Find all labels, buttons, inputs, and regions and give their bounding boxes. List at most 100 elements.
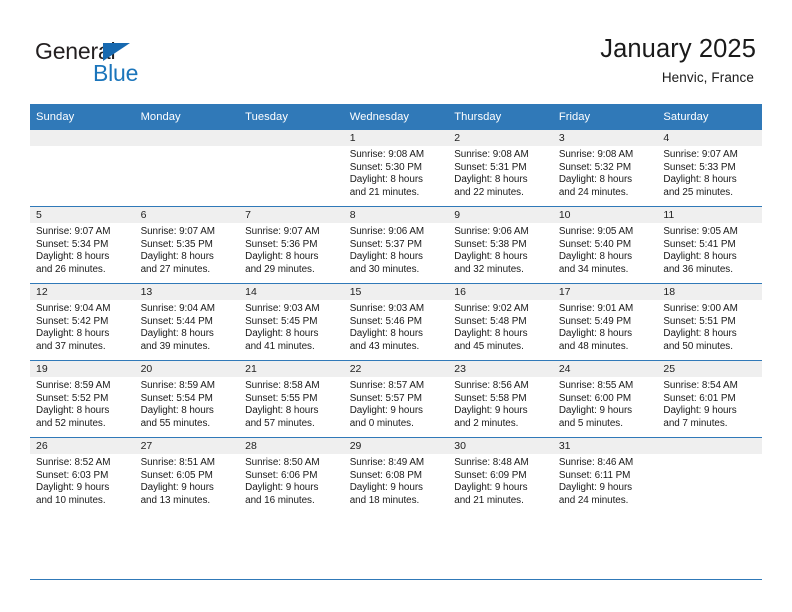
day-daylight-line: and 29 minutes.: [245, 263, 315, 275]
day-daylight-line: and 37 minutes.: [36, 340, 106, 352]
day-cell-content: 31 Sunrise: 8:46 AM Sunset: 6:11 PM Dayligh…: [552, 438, 658, 514]
day-number: 4: [657, 130, 762, 146]
day-cell-content: 11 Sunrise: 9:05 AM Sunset: 5:41 PM Dayligh…: [657, 207, 762, 283]
day-daylight-line: Daylight: 9 hours: [663, 405, 737, 417]
day-sunset-line: Sunset: 6:01 PM: [663, 392, 736, 404]
day-sunrise-line: Sunrise: 9:04 AM: [36, 303, 111, 314]
day-cell-content: 18 Sunrise: 9:00 AM Sunset: 5:51 PM Dayligh…: [657, 284, 762, 360]
calendar-day-cell[interactable]: 21 Sunrise: 8:58 AM Sunset: 5:55 PM Dayligh…: [239, 360, 344, 438]
day-details: Sunrise: 8:49 AM Sunset: 6:08 PM Daylight:…: [344, 454, 449, 507]
calendar-empty-cell: [239, 130, 344, 207]
day-daylight-line: Daylight: 8 hours: [245, 405, 319, 417]
day-daylight-line: and 18 minutes.: [349, 494, 420, 506]
calendar-day-cell[interactable]: 28 Sunrise: 8:50 AM Sunset: 6:06 PM Dayligh…: [239, 437, 344, 514]
day-sunset-line: Sunset: 6:00 PM: [558, 392, 632, 404]
weekday-header-saturday: Saturday: [657, 104, 762, 130]
calendar-day-cell[interactable]: 8 Sunrise: 9:06 AM Sunset: 5:37 PM Daylight…: [343, 206, 449, 284]
title-block: January 2025 Henvic, France: [600, 34, 756, 87]
calendar-day-cell[interactable]: 1 Sunrise: 9:08 AM Sunset: 5:30 PM Daylight…: [343, 130, 449, 207]
day-sunset-line: Sunset: 5:34 PM: [36, 238, 109, 250]
day-sunset-line: Sunset: 6:11 PM: [558, 469, 631, 481]
calendar-page: General Blue January 2025 Henvic, France…: [0, 0, 792, 612]
day-cell-content: 20 Sunrise: 8:59 AM Sunset: 5:54 PM Dayligh…: [134, 361, 240, 437]
day-sunrise-line: Sunrise: 9:08 AM: [558, 149, 634, 160]
day-daylight-line: and 52 minutes.: [36, 417, 106, 429]
day-sunrise-line: Sunrise: 9:01 AM: [558, 303, 634, 314]
day-cell-content: 29 Sunrise: 8:49 AM Sunset: 6:08 PM Dayligh…: [343, 438, 449, 514]
calendar-day-cell[interactable]: 24 Sunrise: 8:55 AM Sunset: 6:00 PM Dayligh…: [552, 360, 658, 438]
day-details: Sunrise: 8:51 AM Sunset: 6:05 PM Daylight:…: [135, 454, 240, 507]
calendar-day-cell[interactable]: 5 Sunrise: 9:07 AM Sunset: 5:34 PM Daylight…: [30, 206, 135, 284]
day-daylight-line: and 10 minutes.: [36, 494, 106, 506]
day-daylight-line: and 43 minutes.: [349, 340, 420, 352]
day-cell-content: 8 Sunrise: 9:06 AM Sunset: 5:37 PM Daylight…: [343, 207, 449, 283]
day-daylight-line: and 24 minutes.: [558, 186, 629, 198]
page-title: January 2025: [600, 35, 756, 63]
day-daylight-line: and 30 minutes.: [349, 263, 420, 275]
calendar-day-cell[interactable]: 31 Sunrise: 8:46 AM Sunset: 6:11 PM Dayligh…: [552, 437, 658, 514]
calendar-day-cell[interactable]: 6 Sunrise: 9:07 AM Sunset: 5:35 PM Daylight…: [134, 206, 240, 284]
day-number: 20: [134, 361, 240, 377]
day-cell-content: 26 Sunrise: 8:52 AM Sunset: 6:03 PM Dayligh…: [30, 438, 135, 514]
day-details: Sunrise: 8:50 AM Sunset: 6:06 PM Daylight:…: [239, 454, 344, 507]
calendar-empty-cell: [30, 130, 135, 207]
calendar-day-cell[interactable]: 20 Sunrise: 8:59 AM Sunset: 5:54 PM Dayligh…: [134, 360, 240, 438]
calendar-day-cell[interactable]: 3 Sunrise: 9:08 AM Sunset: 5:32 PM Daylight…: [552, 130, 658, 207]
weekday-header-friday: Friday: [552, 104, 658, 130]
weekday-header-sunday: Sunday: [30, 104, 135, 130]
day-number: 21: [239, 361, 344, 377]
calendar-day-cell[interactable]: 19 Sunrise: 8:59 AM Sunset: 5:52 PM Dayligh…: [30, 360, 135, 438]
day-daylight-line: and 45 minutes.: [454, 340, 524, 352]
calendar-day-cell[interactable]: 22 Sunrise: 8:57 AM Sunset: 5:57 PM Dayligh…: [343, 360, 449, 438]
calendar-day-cell[interactable]: 12 Sunrise: 9:04 AM Sunset: 5:42 PM Dayligh…: [30, 283, 135, 361]
day-cell-content: 16 Sunrise: 9:02 AM Sunset: 5:48 PM Dayligh…: [448, 284, 553, 360]
calendar-day-cell[interactable]: 27 Sunrise: 8:51 AM Sunset: 6:05 PM Dayligh…: [134, 437, 240, 514]
calendar-day-cell[interactable]: 2 Sunrise: 9:08 AM Sunset: 5:31 PM Daylight…: [448, 130, 553, 207]
calendar-day-cell[interactable]: 14 Sunrise: 9:03 AM Sunset: 5:45 PM Dayligh…: [239, 283, 344, 361]
day-daylight-line: and 48 minutes.: [558, 340, 629, 352]
general-blue-logo[interactable]: General Blue: [35, 38, 215, 90]
calendar-day-cell[interactable]: 30 Sunrise: 8:48 AM Sunset: 6:09 PM Dayligh…: [448, 437, 553, 514]
day-number: 29: [343, 438, 449, 454]
calendar-day-cell[interactable]: 29 Sunrise: 8:49 AM Sunset: 6:08 PM Dayligh…: [343, 437, 449, 514]
calendar-week-row: 26 Sunrise: 8:52 AM Sunset: 6:03 PM Dayligh…: [30, 437, 762, 514]
day-daylight-line: Daylight: 9 hours: [454, 482, 528, 494]
calendar-day-cell[interactable]: 7 Sunrise: 9:07 AM Sunset: 5:36 PM Daylight…: [239, 206, 344, 284]
day-cell-content: 17 Sunrise: 9:01 AM Sunset: 5:49 PM Dayligh…: [552, 284, 658, 360]
day-daylight-line: and 24 minutes.: [558, 494, 629, 506]
day-number: 30: [448, 438, 553, 454]
day-number: 17: [552, 284, 658, 300]
calendar-day-cell[interactable]: 23 Sunrise: 8:56 AM Sunset: 5:58 PM Dayligh…: [448, 360, 553, 438]
day-details: Sunrise: 9:05 AM Sunset: 5:40 PM Daylight:…: [553, 223, 658, 276]
calendar-day-cell[interactable]: 15 Sunrise: 9:03 AM Sunset: 5:46 PM Dayligh…: [343, 283, 449, 361]
day-sunset-line: Sunset: 5:45 PM: [245, 315, 318, 327]
calendar-day-cell[interactable]: 26 Sunrise: 8:52 AM Sunset: 6:03 PM Dayligh…: [30, 437, 135, 514]
day-sunset-line: Sunset: 5:32 PM: [558, 161, 632, 173]
calendar-day-cell[interactable]: 25 Sunrise: 8:54 AM Sunset: 6:01 PM Dayligh…: [657, 360, 762, 438]
calendar-day-cell[interactable]: 13 Sunrise: 9:04 AM Sunset: 5:44 PM Dayligh…: [134, 283, 240, 361]
calendar-day-cell[interactable]: 11 Sunrise: 9:05 AM Sunset: 5:41 PM Dayligh…: [657, 206, 762, 284]
day-details: [239, 146, 344, 149]
day-details: Sunrise: 9:02 AM Sunset: 5:48 PM Daylight:…: [448, 300, 553, 353]
day-sunrise-line: Sunrise: 9:06 AM: [349, 226, 425, 237]
day-daylight-line: Daylight: 8 hours: [140, 405, 214, 417]
calendar-day-cell[interactable]: 10 Sunrise: 9:05 AM Sunset: 5:40 PM Dayligh…: [552, 206, 658, 284]
day-sunset-line: Sunset: 5:46 PM: [349, 315, 422, 327]
day-daylight-line: Daylight: 9 hours: [558, 405, 633, 417]
day-sunrise-line: Sunrise: 9:07 AM: [663, 149, 738, 160]
day-details: Sunrise: 8:46 AM Sunset: 6:11 PM Daylight:…: [553, 454, 658, 507]
day-details: [657, 454, 762, 457]
day-cell-content: 30 Sunrise: 8:48 AM Sunset: 6:09 PM Dayligh…: [448, 438, 553, 514]
calendar-day-cell[interactable]: 4 Sunrise: 9:07 AM Sunset: 5:33 PM Daylight…: [657, 130, 762, 207]
calendar-day-cell[interactable]: 16 Sunrise: 9:02 AM Sunset: 5:48 PM Dayligh…: [448, 283, 553, 361]
day-daylight-line: Daylight: 8 hours: [663, 328, 737, 340]
day-cell-content: 7 Sunrise: 9:07 AM Sunset: 5:36 PM Daylight…: [239, 207, 344, 283]
calendar-day-cell[interactable]: 18 Sunrise: 9:00 AM Sunset: 5:51 PM Dayligh…: [657, 283, 762, 361]
calendar-day-cell[interactable]: 9 Sunrise: 9:06 AM Sunset: 5:38 PM Daylight…: [448, 206, 553, 284]
day-details: Sunrise: 8:48 AM Sunset: 6:09 PM Daylight:…: [448, 454, 553, 507]
day-cell-content: 4 Sunrise: 9:07 AM Sunset: 5:33 PM Daylight…: [657, 130, 762, 206]
day-number: [239, 130, 344, 146]
day-details: Sunrise: 9:01 AM Sunset: 5:49 PM Daylight:…: [553, 300, 658, 353]
calendar-day-cell[interactable]: 17 Sunrise: 9:01 AM Sunset: 5:49 PM Dayligh…: [552, 283, 658, 361]
day-daylight-line: Daylight: 9 hours: [245, 482, 319, 494]
